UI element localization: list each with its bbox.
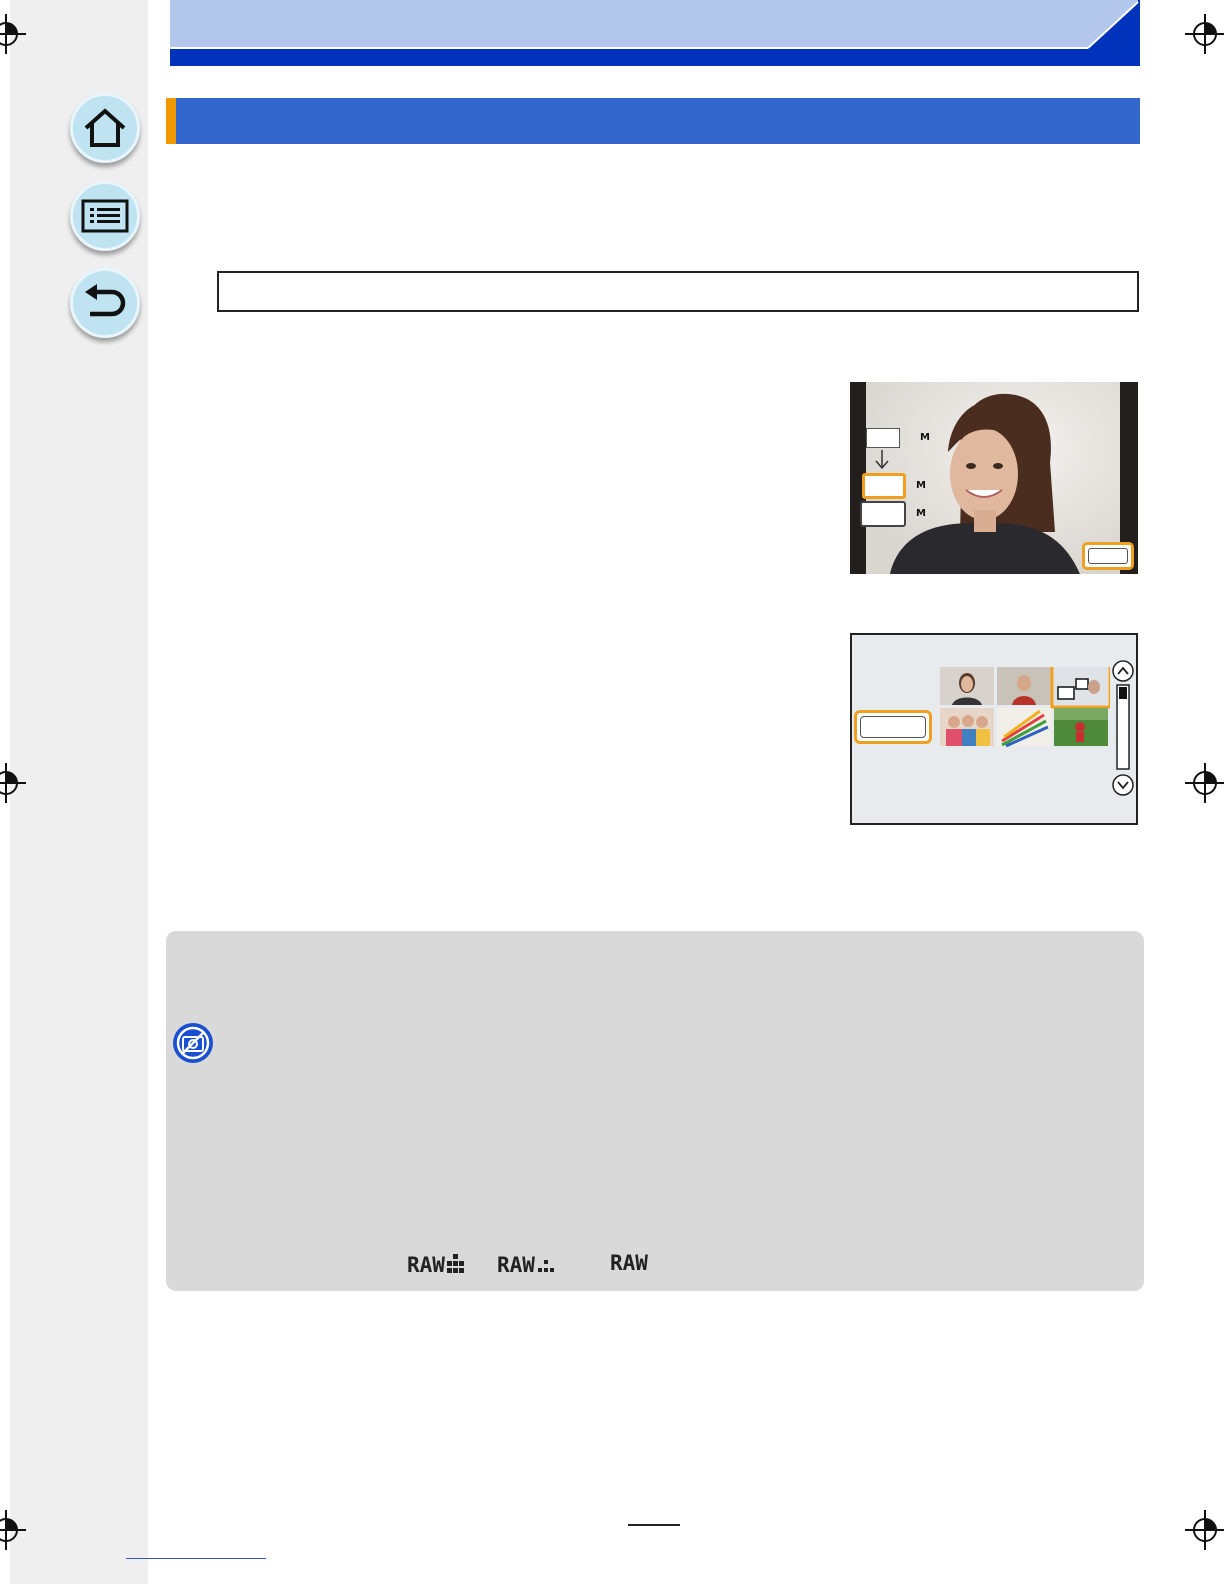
size-option-selected[interactable] xyxy=(862,473,906,499)
section-title-bar xyxy=(166,98,1140,144)
raw-fine-icon: RAW xyxy=(407,1253,467,1277)
set-button[interactable] xyxy=(1082,542,1134,570)
raw-icon: RAW xyxy=(610,1251,648,1275)
page-number-rule xyxy=(628,1524,680,1526)
link-underline[interactable] xyxy=(126,1558,266,1559)
size-option[interactable] xyxy=(860,501,906,527)
size-unit-label: M xyxy=(916,480,926,491)
arrow-down-icon xyxy=(875,450,889,470)
section-accent xyxy=(166,98,176,144)
size-unit-label: M xyxy=(920,432,930,443)
outlined-box xyxy=(217,271,1139,312)
raw-standard-icon: RAW xyxy=(497,1253,557,1277)
thumbnail-grid xyxy=(940,667,1110,747)
registration-mark-icon xyxy=(1185,1510,1224,1550)
chapter-header xyxy=(170,0,1140,66)
home-icon xyxy=(84,108,126,147)
registration-mark-icon xyxy=(0,14,26,54)
registration-mark-icon xyxy=(0,763,26,803)
size-unit-label: M xyxy=(916,508,926,519)
camera-screen-portrait: M M M xyxy=(850,382,1138,574)
contents-button[interactable] xyxy=(70,181,140,251)
registration-mark-icon xyxy=(1185,14,1224,54)
registration-mark-icon xyxy=(0,1510,26,1550)
list-icon xyxy=(81,199,129,233)
home-button[interactable] xyxy=(70,93,140,163)
scrollbar[interactable] xyxy=(1110,659,1136,799)
registration-mark-icon xyxy=(1185,763,1224,803)
return-arrow-icon xyxy=(85,284,126,317)
size-indicator-before xyxy=(866,428,900,448)
notes-panel xyxy=(166,931,1144,1291)
back-button[interactable] xyxy=(70,268,140,338)
option-button[interactable] xyxy=(854,710,932,744)
camera-screen-thumbnails xyxy=(850,633,1138,825)
no-camera-icon xyxy=(173,1023,213,1063)
